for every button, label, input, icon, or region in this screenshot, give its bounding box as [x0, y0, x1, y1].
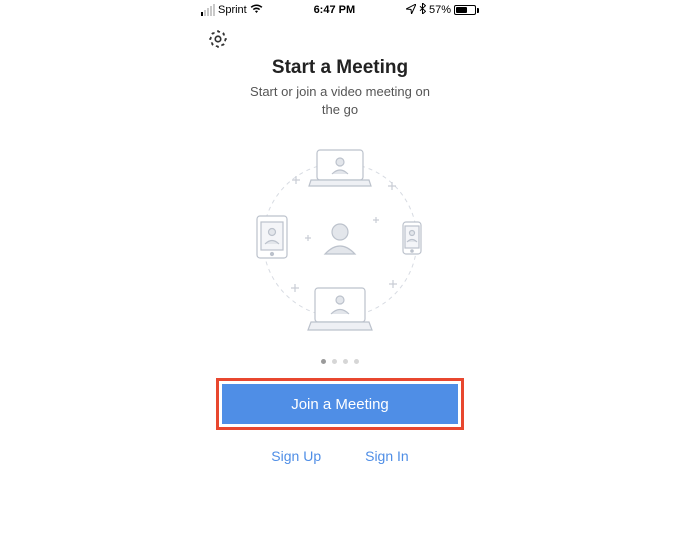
status-bar: Sprint 6:47 PM 57%	[195, 0, 485, 20]
signal-icon	[201, 4, 215, 16]
page-title: Start a Meeting	[272, 57, 408, 79]
status-left: Sprint	[201, 4, 263, 17]
battery-pct: 57%	[429, 4, 451, 16]
devices-illustration	[235, 132, 445, 347]
page-dot	[354, 359, 359, 364]
sign-up-link[interactable]: Sign Up	[271, 448, 321, 464]
page-indicator	[321, 359, 359, 364]
page-subtitle: Start or join a video meeting on the go	[250, 83, 430, 118]
wifi-icon	[250, 4, 263, 17]
page-dot	[332, 359, 337, 364]
join-meeting-button[interactable]: Join a Meeting	[222, 384, 458, 424]
bluetooth-icon	[419, 3, 426, 17]
phone-screen: Sprint 6:47 PM 57%	[195, 0, 485, 536]
join-button-highlight: Join a Meeting	[216, 378, 464, 430]
auth-links: Sign Up Sign In	[271, 448, 408, 464]
sign-in-link[interactable]: Sign In	[365, 448, 409, 464]
location-icon	[406, 4, 416, 17]
status-right: 57%	[406, 3, 479, 17]
status-time: 6:47 PM	[314, 4, 356, 16]
carrier-label: Sprint	[218, 4, 247, 16]
onboarding-content: Start a Meeting Start or join a video me…	[195, 55, 485, 536]
top-bar	[195, 20, 485, 55]
page-dot	[321, 359, 326, 364]
battery-icon	[454, 5, 479, 15]
page-dot	[343, 359, 348, 364]
gear-icon[interactable]	[207, 37, 229, 54]
